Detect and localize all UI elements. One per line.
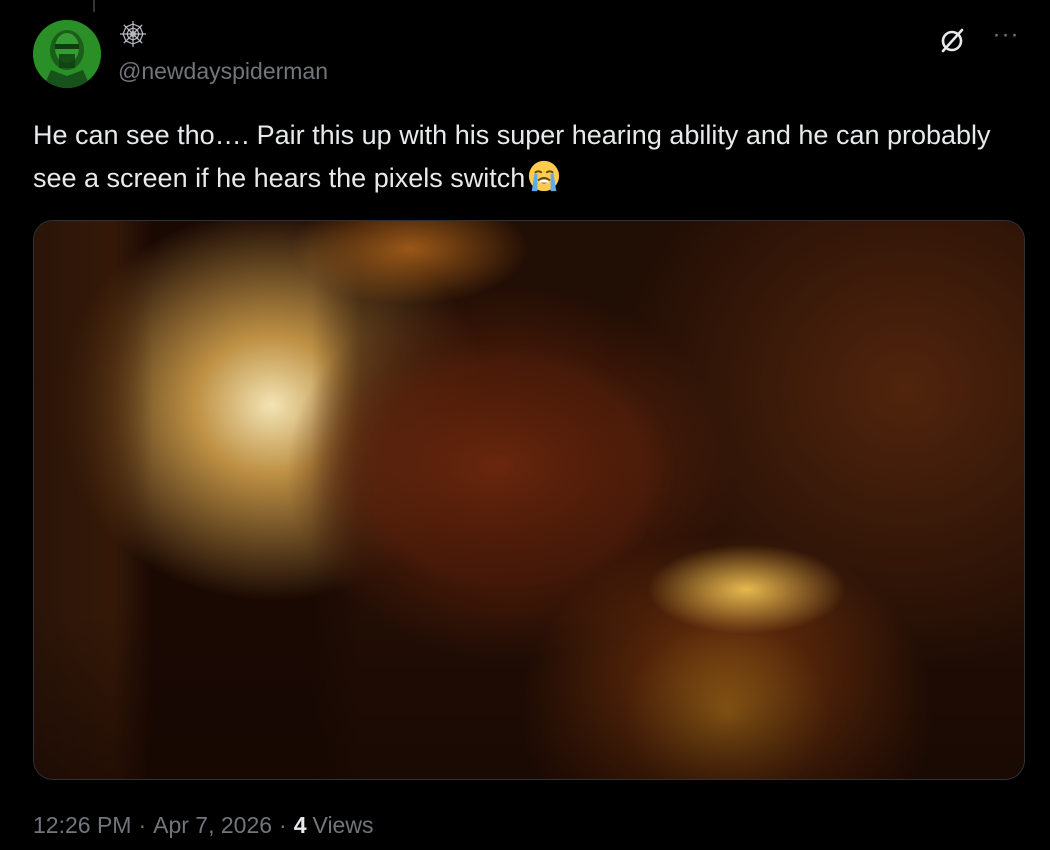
avatar-image xyxy=(33,20,101,88)
tweet-date[interactable]: Apr 7, 2026 xyxy=(153,812,272,839)
more-options-button[interactable]: ··· xyxy=(988,22,1024,58)
loudly-crying-face-emoji xyxy=(529,160,560,192)
meta-separator: · xyxy=(279,812,287,838)
views-count: 4 xyxy=(293,812,307,838)
thread-connector-line xyxy=(93,0,95,12)
meta-separator: · xyxy=(138,812,147,838)
grok-button[interactable] xyxy=(934,22,970,58)
more-options-icon: ··· xyxy=(992,21,1020,48)
tweet-top-actions: ··· xyxy=(934,22,1024,58)
tweet-media-image[interactable] xyxy=(33,220,1025,780)
tweet-meta: 12:26 PM · Apr 7, 2026 · 4 Views xyxy=(33,812,373,839)
author-handle[interactable]: @newdayspiderman xyxy=(118,58,328,85)
spider-web-icon xyxy=(118,19,148,55)
grok-icon xyxy=(941,28,964,53)
tweet-detail: @newdayspiderman ··· He can see tho…. Pa… xyxy=(0,0,1050,850)
author-name-row[interactable] xyxy=(118,19,148,55)
avatar[interactable] xyxy=(33,20,101,88)
tweet-text: He can see tho…. Pair this up with his s… xyxy=(33,114,1023,200)
tweet-text-body: He can see tho…. Pair this up with his s… xyxy=(33,120,991,193)
tweet-time[interactable]: 12:26 PM xyxy=(33,812,131,839)
views-label: Views xyxy=(312,812,374,838)
